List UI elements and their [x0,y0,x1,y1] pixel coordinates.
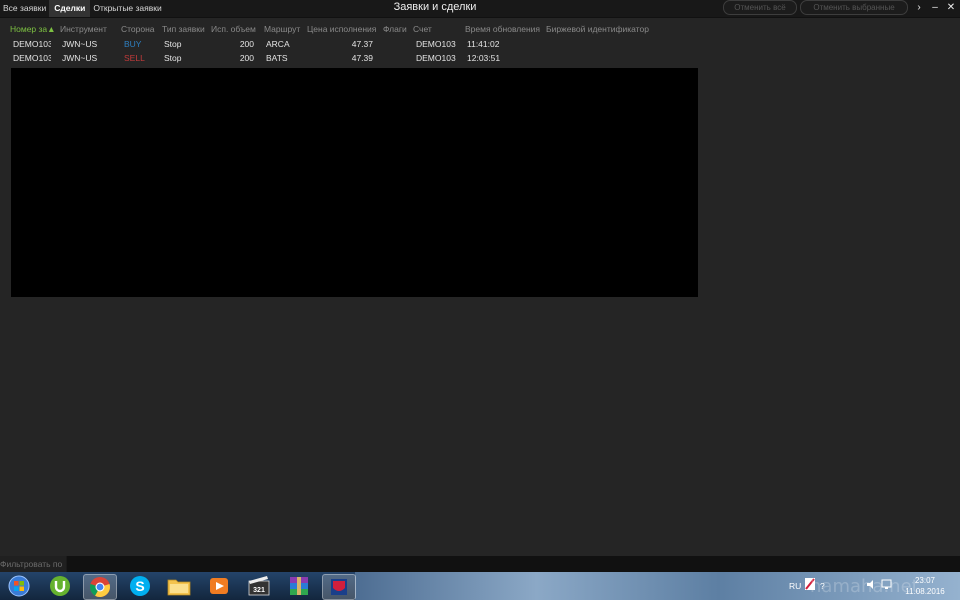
cell-update-time: 12:03:51 [467,53,501,63]
cell-update-time: 11:41:02 [467,39,500,49]
chevron-right-icon[interactable]: › [912,0,926,16]
language-indicator[interactable]: RU [789,572,801,600]
cell-instrument: JWN~US [62,53,98,63]
system-clock[interactable]: 23:07 11.08.2016 [900,575,950,597]
cell-order-type: Stop [164,39,182,49]
column-order-number[interactable]: Номер за▲ [10,23,54,35]
cell-flags [383,38,411,51]
utorrent-icon [50,576,70,596]
taskbar: S 321 RU ? 23:07 11.08.2016 hamaha.net [0,572,960,600]
column-exec-price[interactable]: Цена исполнения [307,23,380,35]
media-player-classic-taskbar-button[interactable]: 321 [243,574,275,598]
column-order-type[interactable]: Тип заявки [162,23,208,35]
media-player-taskbar-button[interactable] [203,574,235,598]
windows-logo-icon [8,575,30,597]
cell-exec-price: 47.37 [351,39,373,49]
cell-filled-qty: 200 [239,39,254,49]
speaker-icon[interactable] [866,579,877,593]
tab-open-orders[interactable]: Открытые заявки [90,0,164,17]
column-flags[interactable]: Флаги [383,23,411,35]
sort-asc-icon: ▲ [47,24,54,34]
clock-time: 23:07 [914,576,936,585]
utorrent-taskbar-button[interactable] [44,574,76,598]
table-row[interactable]: DEMO103 JWN~US BUY Stop 200 ARCA 47.37 D… [0,38,700,51]
cell-order-number: DEMO103 [13,53,51,63]
clock-date: 11.08.2016 [905,587,945,596]
cell-order-number: DEMO103 [13,39,51,49]
minimize-icon[interactable]: – [928,0,942,16]
cell-exec-price: 47.39 [351,53,373,63]
column-filled-qty[interactable]: Исп. объем [211,23,261,35]
window-title: Заявки и сделки [393,1,477,13]
media-player-icon [210,578,228,594]
filter-bar: Фильтровать по [0,556,960,573]
tab-trades[interactable]: Сделки [49,0,91,17]
cell-order-type: Stop [164,53,182,63]
tab-all-orders[interactable]: Все заявки [0,0,49,17]
tab-strip: Все заявки Сделки Открытые заявки [0,0,165,17]
column-update-time[interactable]: Время обновления [465,23,543,35]
flag-icon[interactable] [805,578,815,592]
column-instrument[interactable]: Инструмент [60,23,118,35]
cell-exchange-id [546,52,656,65]
svg-text:S: S [135,578,144,594]
cell-instrument: JWN~US [62,39,98,49]
column-account[interactable]: Счет [413,23,463,35]
start-button[interactable] [3,574,35,598]
filter-label: Фильтровать по [0,556,66,573]
cell-flags [383,52,411,65]
trading-app-icon [331,579,347,595]
cell-side: SELL [124,53,145,63]
network-icon[interactable] [881,579,892,593]
table-row[interactable]: DEMO103 JWN~US SELL Stop 200 BATS 47.39 … [0,52,700,65]
winrar-taskbar-button[interactable] [283,574,315,598]
column-route[interactable]: Маршрут [264,23,304,35]
table-header: Номер за▲ Инструмент Сторона Тип заявки … [0,23,960,35]
folder-icon [167,579,191,596]
cell-route: ARCA [266,39,290,49]
column-exchange-id[interactable]: Биржевой идентификатор [546,23,656,35]
filter-input[interactable] [67,556,960,572]
cell-route: BATS [266,53,288,63]
skype-taskbar-button[interactable]: S [124,574,156,598]
cancel-all-button[interactable]: Отменить всё [723,0,797,15]
cell-filled-qty: 200 [239,53,254,63]
winrar-icon [290,577,308,595]
cell-account: DEMO103 [416,39,456,49]
explorer-taskbar-button[interactable] [163,574,195,598]
chrome-taskbar-button[interactable] [83,574,117,600]
cell-exchange-id [546,38,656,51]
help-icon[interactable]: ? [820,572,825,600]
cancel-selected-button[interactable]: Отменить выбранные [800,0,908,15]
trading-app-taskbar-button[interactable] [322,574,356,600]
chrome-icon [90,577,110,598]
skype-icon: S [130,576,150,596]
cell-account: DEMO103 [416,53,456,63]
column-side[interactable]: Сторона [121,23,159,35]
close-icon[interactable]: ✕ [944,0,958,16]
title-bar: Все заявки Сделки Открытые заявки Заявки… [0,0,960,18]
redacted-area [11,68,698,297]
film-clapper-icon: 321 [248,576,270,596]
svg-text:321: 321 [253,587,265,594]
cell-side: BUY [124,39,142,49]
